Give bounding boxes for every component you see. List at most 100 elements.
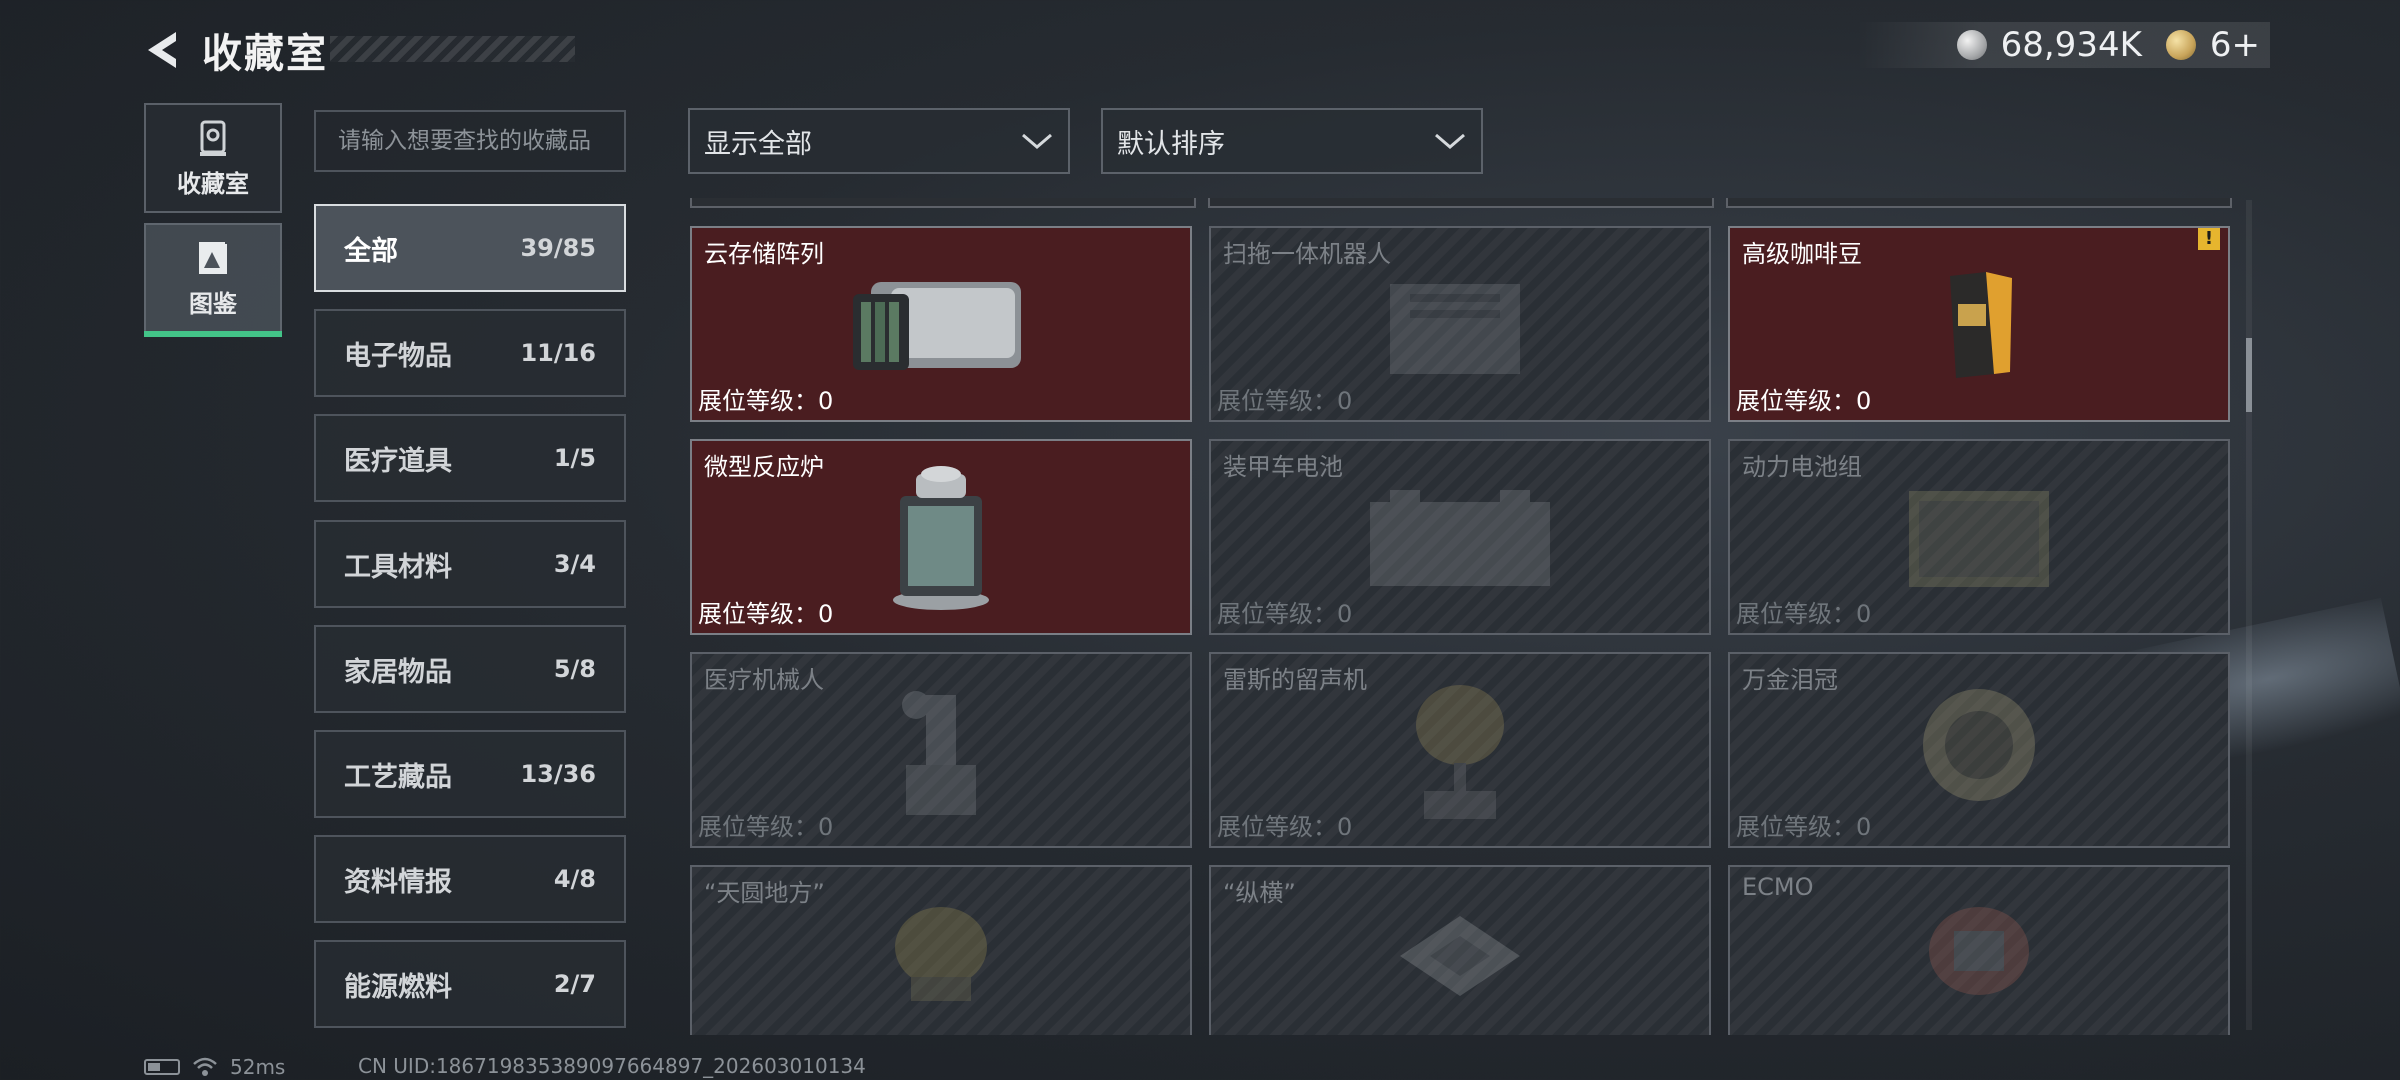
catalog-icon [199, 241, 227, 274]
collection-card-power-battery-pack[interactable]: 动力电池组 展位等级：0 [1728, 439, 2230, 635]
ping-value: 52ms [230, 1055, 286, 1079]
category-crafts[interactable]: 工艺藏品 13/36 [314, 730, 626, 818]
grid-scrollbar-thumb[interactable] [2246, 338, 2252, 412]
item-name: “天圆地方” [704, 879, 825, 907]
item-name: 医疗机械人 [704, 666, 824, 694]
currency-bar: 68,934K 6+ [1856, 22, 2270, 68]
ecmo-icon [1929, 907, 2029, 995]
item-name: 雷斯的留声机 [1223, 666, 1367, 694]
tab-collection-room-label: 收藏室 [177, 169, 249, 198]
category-count: 2/7 [553, 970, 596, 998]
category-count: 1/5 [553, 444, 596, 472]
gold-currency-value: 6+ [2209, 25, 2260, 65]
display-filter-label: 显示全部 [704, 128, 812, 160]
item-name: “纵横” [1223, 879, 1296, 907]
search-input[interactable] [314, 110, 626, 172]
item-level: 展位等级：0 [1217, 600, 1353, 628]
collection-card-cloud-storage-array[interactable]: 云存储阵列 展位等级：0 [690, 226, 1192, 422]
item-level: 展位等级：0 [698, 387, 834, 415]
item-name: 高级咖啡豆 [1742, 240, 1862, 268]
wifi-icon [193, 1057, 217, 1076]
item-name: 云存储阵列 [704, 240, 824, 268]
silver-coin-icon [1956, 30, 1987, 60]
category-intel[interactable]: 资料情报 4/8 [314, 835, 626, 923]
collection-card-ecmo[interactable]: ECMO [1728, 865, 2230, 1035]
crown-icon [1923, 689, 2035, 801]
grid-scrollbar-track [2246, 200, 2252, 1030]
battery-pack-icon [1909, 491, 2049, 587]
chessboard-icon [1400, 916, 1520, 996]
category-name: 全部 [344, 235, 398, 267]
category-home[interactable]: 家居物品 5/8 [314, 625, 626, 713]
category-count: 3/4 [553, 550, 596, 578]
category-all[interactable]: 全部 39/85 [314, 204, 626, 292]
item-level: 展位等级：0 [1217, 387, 1353, 415]
collection-card-tianyuan-difang[interactable]: “天圆地方” [690, 865, 1192, 1035]
collection-card-premium-coffee-beans[interactable]: 高级咖啡豆 ! 展位等级：0 [1728, 226, 2230, 422]
previous-row-edge [690, 198, 2232, 208]
collection-card-robot-vacuum[interactable]: 扫拖一体机器人 展位等级：0 [1209, 226, 1711, 422]
collection-card-armored-vehicle-battery[interactable]: 装甲车电池 展位等级：0 [1209, 439, 1711, 635]
warning-badge: ! [2198, 228, 2220, 250]
category-energy[interactable]: 能源燃料 2/7 [314, 940, 626, 1028]
battery-icon [1370, 490, 1550, 586]
chevron-down-icon [1022, 133, 1052, 149]
user-uid: CN UID:1867198353890976648​97_2026030101… [358, 1054, 866, 1078]
item-level: 展位等级：0 [1736, 387, 1872, 415]
item-name: 动力电池组 [1742, 453, 1862, 481]
robot-vacuum-icon [1390, 284, 1520, 374]
item-name: 万金泪冠 [1742, 666, 1838, 694]
back-arrow-icon [148, 32, 176, 68]
gramophone-icon [1416, 685, 1504, 819]
category-count: 11/16 [520, 339, 596, 367]
category-count: 4/8 [553, 865, 596, 893]
back-button[interactable] [140, 28, 184, 72]
category-electronics[interactable]: 电子物品 11/16 [314, 309, 626, 397]
chevron-down-icon [1435, 133, 1465, 149]
battery-icon [144, 1059, 180, 1075]
category-name: 资料情报 [344, 866, 452, 898]
item-name: 装甲车电池 [1223, 453, 1343, 481]
sort-dropdown[interactable]: 默认排序 [1101, 108, 1483, 174]
item-level: 展位等级：0 [698, 600, 834, 628]
collection-room-icon [200, 120, 226, 156]
category-name: 家居物品 [344, 656, 452, 688]
page-title: 收藏室 [202, 31, 328, 77]
category-tools[interactable]: 工具材料 3/4 [314, 520, 626, 608]
category-count: 39/85 [520, 234, 596, 262]
status-bar: 52ms [144, 1054, 285, 1080]
header: 收藏室 [140, 20, 328, 80]
gold-coin-icon [2165, 30, 2196, 60]
item-name: ECMO [1742, 873, 1814, 901]
title-decoration [330, 36, 575, 62]
silver-currency-value: 68,934K [2000, 25, 2142, 65]
category-name: 能源燃料 [344, 971, 452, 1003]
collection-card-zongheng[interactable]: “纵横” [1209, 865, 1711, 1035]
category-count: 5/8 [553, 655, 596, 683]
category-name: 工艺藏品 [344, 761, 452, 793]
reactor-icon [893, 466, 989, 610]
item-level: 展位等级：0 [1736, 600, 1872, 628]
collection-card-gramophone[interactable]: 雷斯的留声机 展位等级：0 [1209, 652, 1711, 848]
display-filter-dropdown[interactable]: 显示全部 [688, 108, 1070, 174]
category-name: 医疗道具 [344, 445, 452, 477]
active-tab-indicator [144, 331, 282, 337]
collection-card-golden-tear-crown[interactable]: 万金泪冠 展位等级：0 [1728, 652, 2230, 848]
category-medical[interactable]: 医疗道具 1/5 [314, 414, 626, 502]
collection-card-medical-robot[interactable]: 医疗机械人 展位等级：0 [690, 652, 1192, 848]
category-name: 工具材料 [344, 551, 452, 583]
item-level: 展位等级：0 [1217, 813, 1353, 841]
item-name: 微型反应炉 [704, 453, 824, 481]
category-name: 电子物品 [344, 340, 452, 372]
item-level: 展位等级：0 [698, 813, 834, 841]
coffee-bag-icon [1950, 272, 2012, 378]
server-array-icon [853, 282, 1021, 370]
medical-robot-icon [902, 691, 976, 815]
tab-catalog[interactable]: 图鉴 [144, 223, 282, 337]
tab-collection-room[interactable]: 收藏室 [144, 103, 282, 213]
item-level: 展位等级：0 [1736, 813, 1872, 841]
sort-label: 默认排序 [1117, 128, 1225, 160]
collection-card-micro-reactor[interactable]: 微型反应炉 展位等级：0 [690, 439, 1192, 635]
artifact-icon [895, 907, 987, 1001]
category-count: 13/36 [520, 760, 596, 788]
